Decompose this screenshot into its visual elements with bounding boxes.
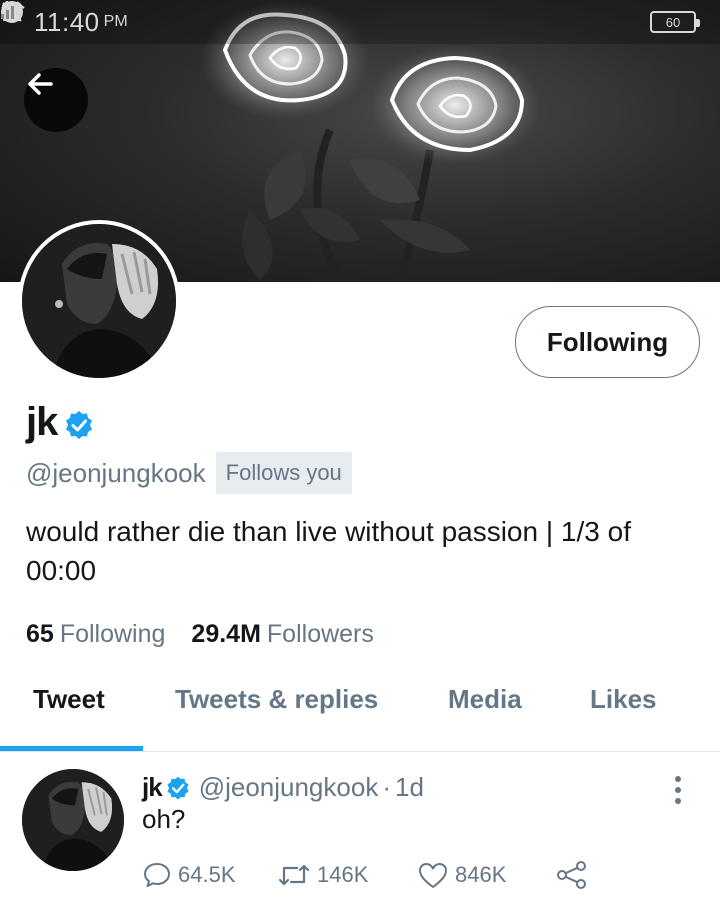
handle-row: @jeonjungkook Follows you (26, 452, 352, 494)
retweet-count: 146K (317, 862, 369, 887)
followers-count: 29.4M (191, 620, 261, 648)
tweet[interactable]: jk @jeonjungkook · 1d oh? 64.5K 146K 846… (0, 752, 720, 909)
following-label: Following (59, 620, 166, 648)
following-button[interactable]: Following (515, 306, 700, 378)
like-count: 846K (455, 862, 507, 887)
followers-label: Followers (266, 620, 374, 648)
comment-icon (144, 863, 170, 887)
tab-tweets[interactable]: Tweet (33, 684, 105, 715)
profile-tabs: Tweet Tweets & replies Media Likes (0, 660, 720, 752)
reply-button[interactable]: 64.5K (142, 860, 277, 890)
tweet-author-handle: @jeonjungkook (198, 772, 379, 802)
retweet-icon (278, 864, 310, 886)
like-button[interactable]: 846K (417, 860, 555, 890)
following-stat[interactable]: 65 Following (26, 620, 165, 649)
profile-name-row: jk (26, 400, 95, 445)
tweet-avatar[interactable] (22, 769, 124, 871)
profile-handle: @jeonjungkook (26, 457, 206, 488)
tweet-text: oh? (142, 804, 186, 834)
verified-badge-icon (63, 409, 95, 441)
tab-likes[interactable]: Likes (590, 684, 657, 715)
retweet-button[interactable]: 146K (277, 860, 417, 890)
reply-count: 64.5K (178, 862, 236, 887)
tweet-author-name: jk (142, 772, 163, 802)
back-button[interactable] (24, 68, 88, 132)
signal-icon (1, 6, 14, 19)
followers-stat[interactable]: 29.4M Followers (191, 620, 373, 649)
tweet-header: jk @jeonjungkook · 1d (142, 772, 424, 803)
profile-stats: 65 Following 29.4M Followers (26, 620, 374, 649)
status-bar: 11:40 PM 60 (0, 0, 720, 44)
following-count: 65 (26, 620, 54, 648)
active-tab-indicator (0, 746, 143, 751)
battery-level: 60 (665, 14, 681, 30)
battery-icon: 60 (650, 11, 700, 33)
avatar-image (22, 769, 124, 871)
tweet-actions: 64.5K 146K 846K (142, 860, 595, 890)
tab-tweets-replies[interactable]: Tweets & replies (175, 684, 378, 715)
share-icon (557, 861, 586, 889)
follows-you-badge: Follows you (215, 452, 352, 494)
heart-icon (419, 863, 447, 888)
share-button[interactable] (555, 860, 595, 890)
status-ampm: PM (103, 13, 128, 30)
profile-bio: would rather die than live without passi… (26, 516, 631, 586)
arrow-left-icon (28, 73, 53, 95)
more-vertical-icon[interactable] (666, 772, 690, 808)
profile-avatar[interactable] (18, 220, 180, 382)
display-name: jk (26, 400, 58, 444)
status-time: 11:40 (34, 6, 100, 37)
avatar-image (22, 224, 176, 378)
tweet-separator: · (382, 772, 391, 802)
tab-media[interactable]: Media (448, 684, 522, 715)
tweet-timestamp: 1d (395, 772, 424, 802)
verified-badge-icon (165, 775, 191, 801)
